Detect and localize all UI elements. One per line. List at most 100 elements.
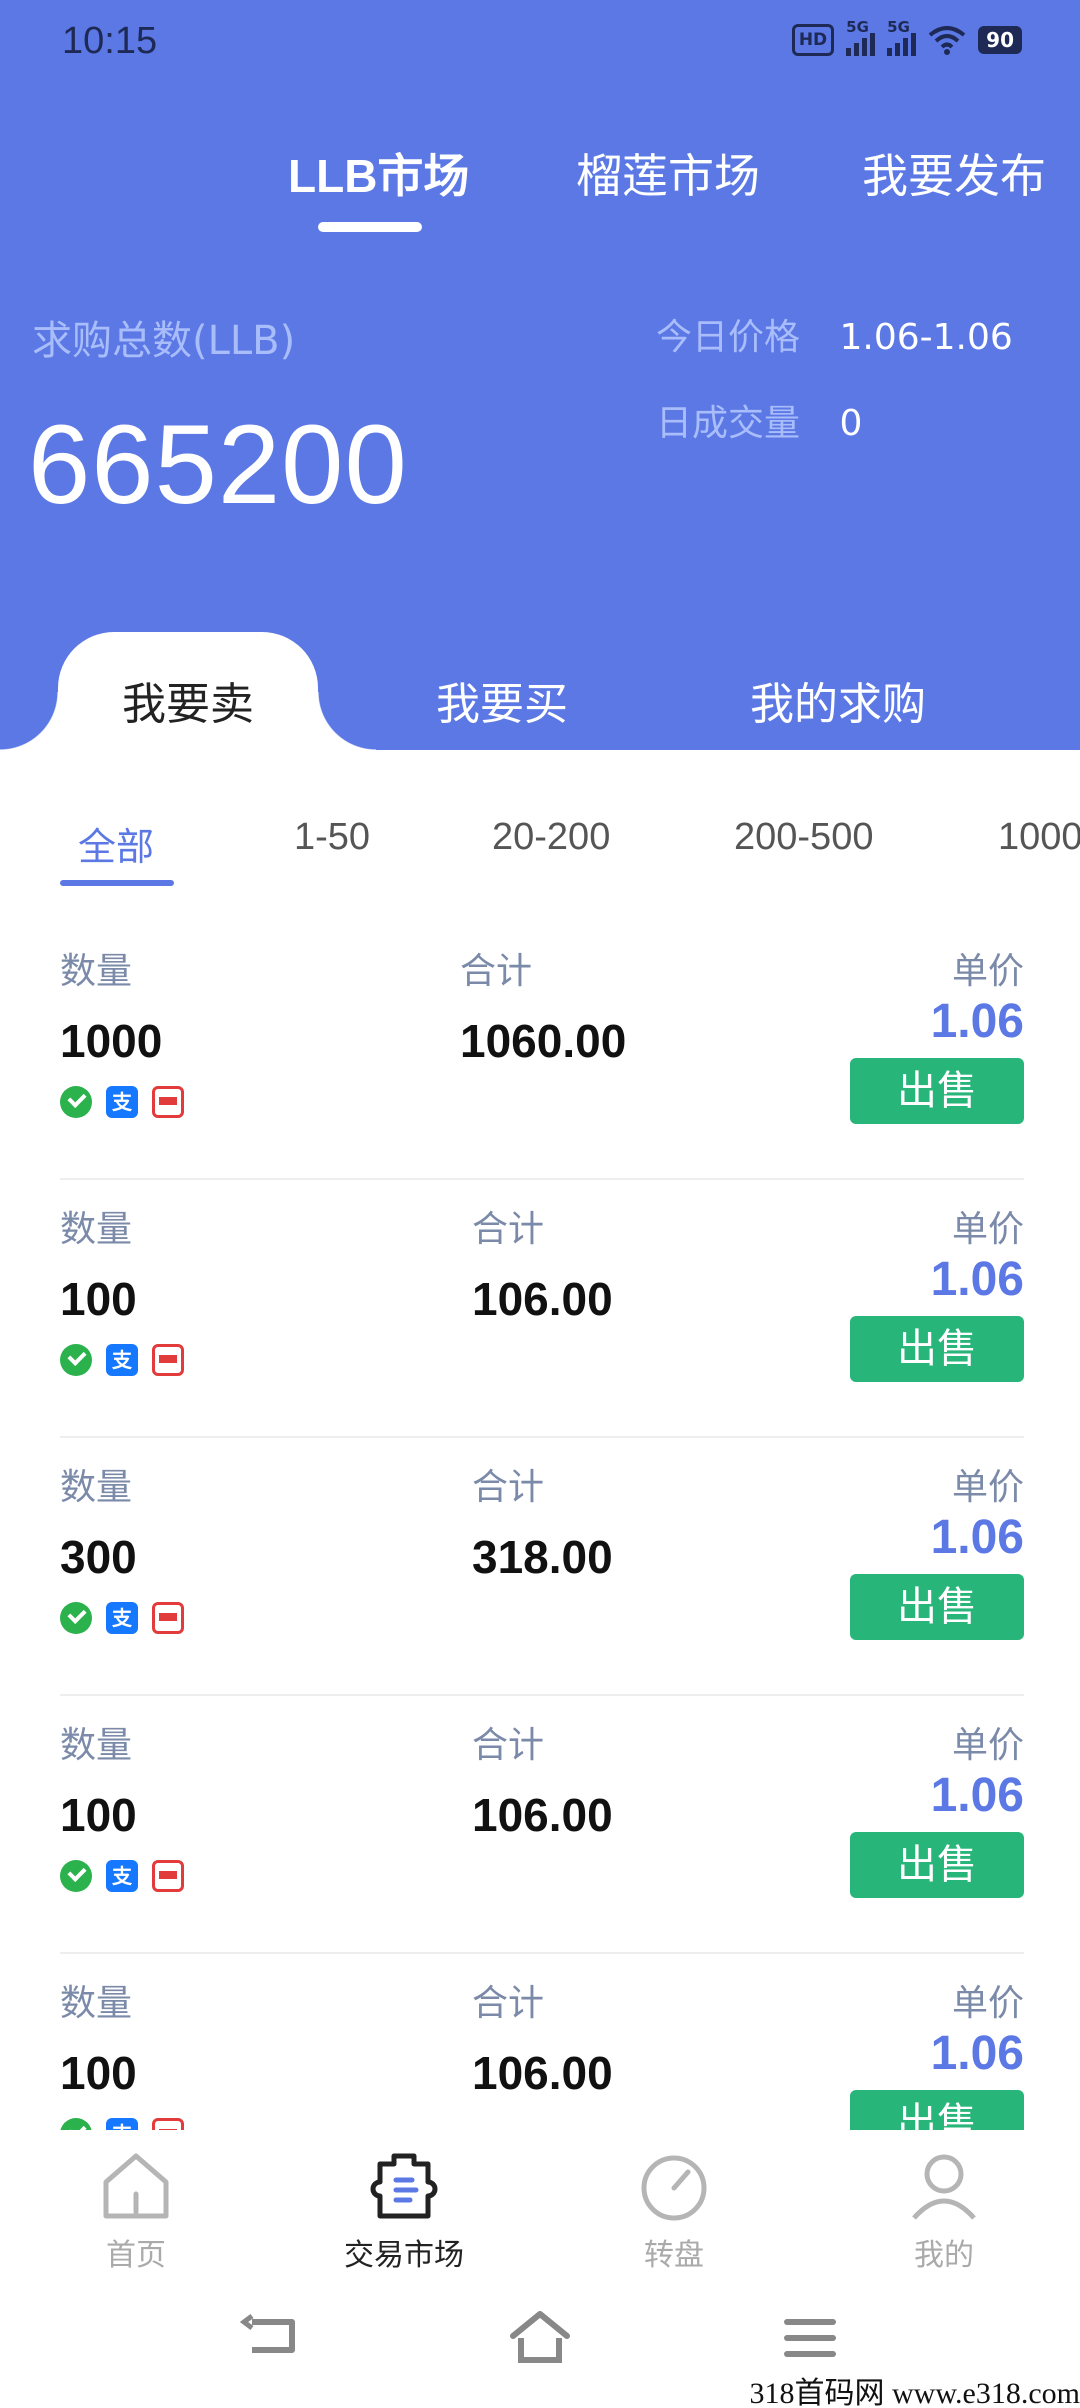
order-quantity: 100 (60, 1273, 137, 1325)
order-unit-price: 1.06 (930, 1511, 1024, 1564)
quantity-filters: 全部 1-50 20-200 200-500 1000 (0, 750, 1080, 890)
order-row: 数量 合计 单价 300 318.00 1.06 支 出售 (60, 1438, 1024, 1696)
home-system-icon[interactable] (505, 2308, 575, 2368)
payment-methods: 支 (60, 2118, 184, 2130)
total-label: 合计 (472, 1467, 545, 1508)
bank-card-icon (152, 1602, 184, 1634)
back-icon[interactable] (236, 2308, 306, 2368)
total-label: 合计 (472, 1983, 545, 2024)
today-price: 今日价格 1.06-1.06 (656, 308, 1013, 360)
alipay-icon: 支 (106, 2118, 138, 2130)
order-quantity: 100 (60, 2047, 137, 2099)
payment-methods: 支 (60, 1860, 184, 1892)
order-unit-price: 1.06 (930, 2027, 1024, 2080)
total-label: 合计 (460, 951, 533, 992)
payment-methods: 支 (60, 1086, 184, 1118)
order-total: 106.00 (472, 1273, 613, 1325)
bank-card-icon (152, 1344, 184, 1376)
order-total: 106.00 (472, 2047, 613, 2099)
tab-publish[interactable]: 我要发布 (862, 140, 1046, 206)
sell-button[interactable]: 出售 (850, 2090, 1024, 2130)
daily-volume-label: 日成交量 (656, 403, 801, 444)
nav-home-label: 首页 (106, 2238, 166, 2273)
signal-icon: 5G (887, 18, 917, 56)
order-row: 数量 合计 单价 1000 1060.00 1.06 支 出售 (60, 922, 1024, 1180)
sell-button[interactable]: 出售 (850, 1832, 1024, 1898)
wifi-icon (928, 26, 966, 55)
order-total: 318.00 (472, 1531, 613, 1583)
unit-price-label: 单价 (951, 1983, 1024, 2024)
unit-price-label: 单价 (951, 951, 1024, 992)
order-list: 数量 合计 单价 1000 1060.00 1.06 支 出售 数量 合计 单价… (60, 922, 1024, 2130)
order-total: 106.00 (472, 1789, 613, 1841)
sell-button[interactable]: 出售 (850, 1058, 1024, 1124)
order-row: 数量 合计 单价 100 106.00 1.06 支 出售 (60, 1954, 1024, 2130)
filter-200-500[interactable]: 200-500 (734, 816, 873, 859)
sell-button[interactable]: 出售 (850, 1574, 1024, 1640)
order-unit-price: 1.06 (930, 1253, 1024, 1306)
sell-button[interactable]: 出售 (850, 1316, 1024, 1382)
status-icons: HD 5G 5G 90 (791, 18, 1022, 56)
total-demand-label: 求购总数(LLB) (32, 318, 296, 364)
bottom-nav: 首页 交易市场 转盘 我的 (0, 2130, 1080, 2278)
status-time: 10:15 (62, 20, 158, 62)
order-quantity: 300 (60, 1531, 137, 1583)
watermark-text: 318首码网 www.e318.com (749, 2368, 1080, 2408)
unit-price-label: 单价 (951, 1209, 1024, 1250)
bank-card-icon (152, 1860, 184, 1892)
quantity-label: 数量 (60, 1467, 133, 1508)
wechat-pay-icon (60, 1086, 92, 1118)
tab-llb-market[interactable]: LLB市场 (288, 140, 469, 206)
nav-home[interactable]: 首页 (56, 2148, 216, 2274)
quantity-label: 数量 (60, 1725, 133, 1766)
filter-all[interactable]: 全部 (78, 816, 154, 871)
daily-volume: 日成交量 0 (656, 394, 862, 446)
segment-my-requests[interactable]: 我的求购 (750, 668, 926, 732)
profile-icon (912, 2154, 976, 2220)
alipay-icon: 支 (106, 1086, 138, 1118)
segment-buy[interactable]: 我要买 (436, 668, 568, 732)
alipay-icon: 支 (106, 1602, 138, 1634)
dial-icon (641, 2155, 707, 2221)
nav-dial[interactable]: 转盘 (594, 2148, 754, 2274)
filter-1-50[interactable]: 1-50 (294, 816, 370, 859)
page: 10:15 HD 5G 5G 90 LLB市场 榴莲市场 我要发布 求购总数(L… (0, 0, 1080, 2408)
order-row: 数量 合计 单价 100 106.00 1.06 支 出售 (60, 1696, 1024, 1954)
nav-profile-label: 我的 (914, 2238, 974, 2273)
total-label: 合计 (472, 1209, 545, 1250)
total-demand-value: 665200 (28, 402, 408, 527)
wechat-pay-icon (60, 1860, 92, 1892)
today-price-label: 今日价格 (656, 317, 801, 358)
signal-icon: 5G (846, 18, 876, 56)
order-quantity: 1000 (60, 1015, 163, 1067)
quantity-label: 数量 (60, 951, 133, 992)
filter-1000[interactable]: 1000 (998, 816, 1080, 859)
unit-price-label: 单价 (951, 1725, 1024, 1766)
order-list-panel: 全部 1-50 20-200 200-500 1000 数量 合计 单价 100… (0, 750, 1080, 2130)
wechat-pay-icon (60, 1344, 92, 1376)
nav-profile[interactable]: 我的 (864, 2148, 1024, 2274)
market-header: 10:15 HD 5G 5G 90 LLB市场 榴莲市场 我要发布 求购总数(L… (0, 0, 1080, 762)
menu-icon[interactable] (775, 2308, 845, 2368)
nav-market[interactable]: 交易市场 (324, 2148, 484, 2274)
wechat-pay-icon (60, 1602, 92, 1634)
wechat-pay-icon (60, 2118, 92, 2130)
payment-methods: 支 (60, 1602, 184, 1634)
today-price-value: 1.06-1.06 (839, 317, 1013, 358)
trade-segments: 我要卖 我要买 我的求购 (0, 632, 1080, 762)
hd-icon: HD (791, 24, 835, 56)
payment-methods: 支 (60, 1344, 184, 1376)
alipay-icon: 支 (106, 1344, 138, 1376)
filter-20-200[interactable]: 20-200 (492, 816, 610, 859)
segment-sell[interactable]: 我要卖 (122, 668, 254, 732)
market-icon (370, 2153, 438, 2219)
alipay-icon: 支 (106, 1860, 138, 1892)
market-tabs: LLB市场 榴莲市场 我要发布 (0, 140, 1080, 240)
order-row: 数量 合计 单价 100 106.00 1.06 支 出售 (60, 1180, 1024, 1438)
daily-volume-value: 0 (839, 403, 863, 444)
unit-price-label: 单价 (951, 1467, 1024, 1508)
tab-durian-market[interactable]: 榴莲市场 (576, 140, 760, 206)
home-icon (103, 2153, 169, 2219)
quantity-label: 数量 (60, 1209, 133, 1250)
total-label: 合计 (472, 1725, 545, 1766)
